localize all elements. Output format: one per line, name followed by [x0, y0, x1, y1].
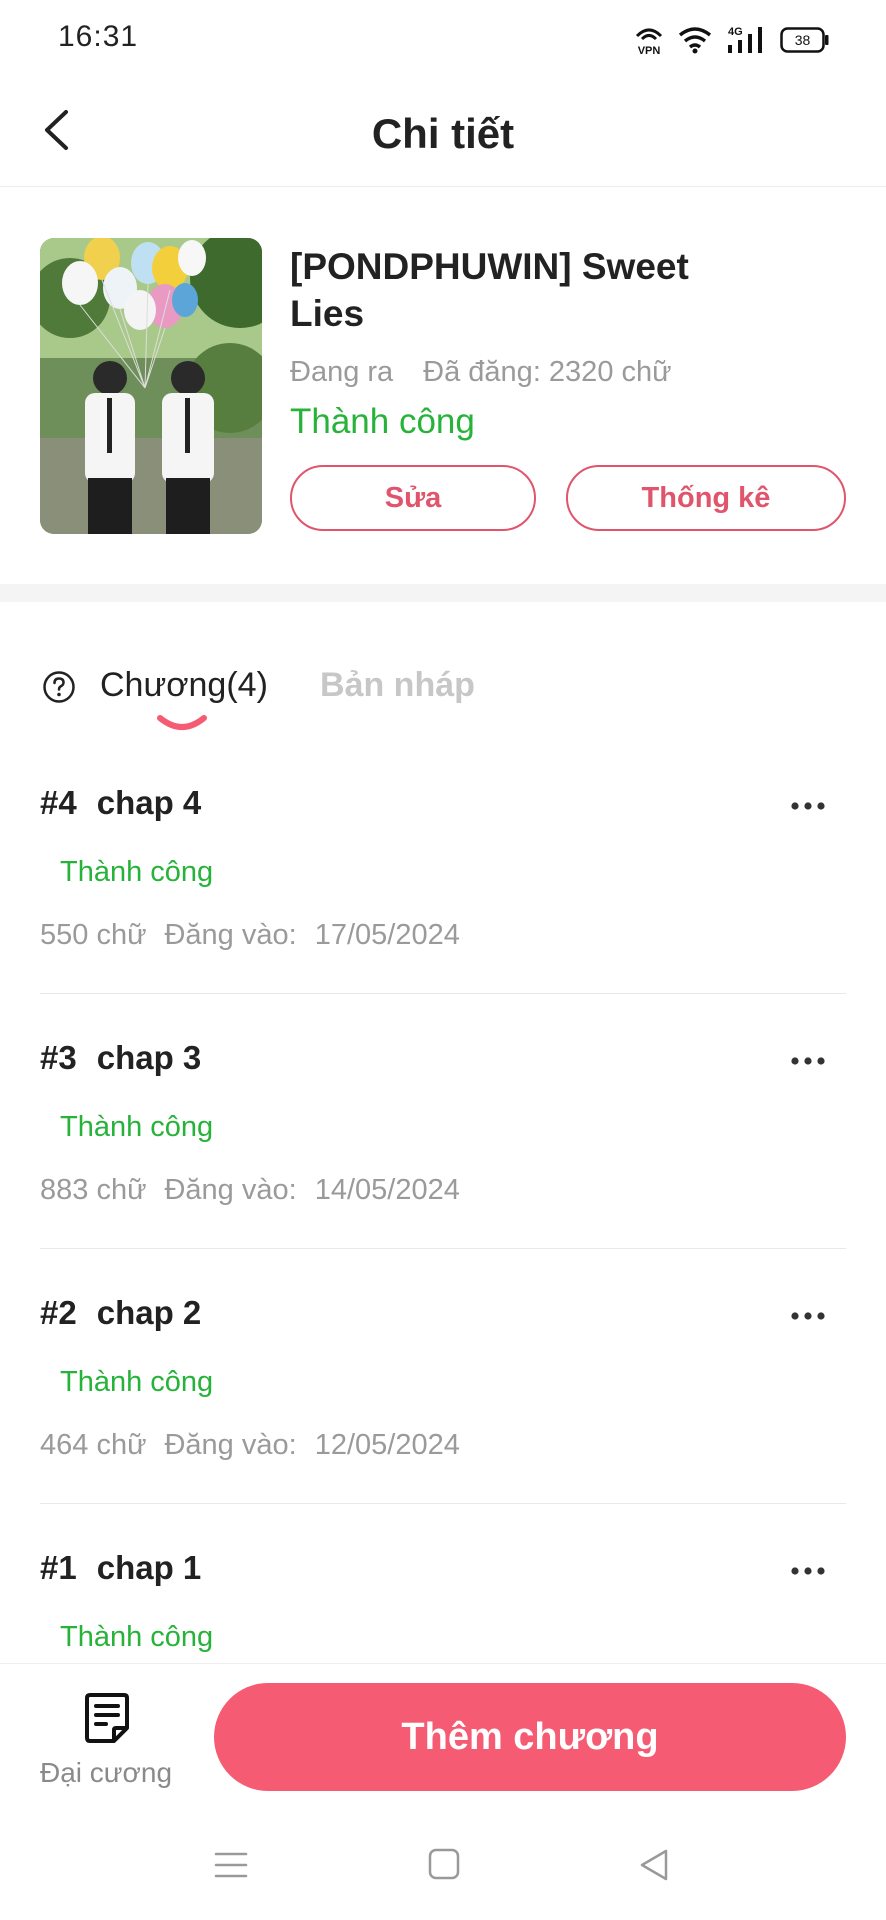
tab-chapters[interactable]: Chương(4) [100, 666, 268, 705]
chapter-meta: 550 chữ Đăng vào: 17/05/2024 [40, 919, 846, 952]
chapter-status: Thành công [60, 1621, 214, 1653]
chapter-number: #4 [40, 784, 77, 821]
page-title: Chi tiết [371, 110, 515, 157]
book-state: Đang ra [290, 356, 394, 388]
menu-icon [214, 1852, 248, 1878]
svg-text:VPN: VPN [638, 45, 661, 56]
edit-button[interactable]: Sửa [290, 465, 536, 531]
status-icons: VPN 4G 38 [634, 24, 830, 56]
chapter-divider [40, 1503, 846, 1504]
chapter-status: Thành công [60, 1366, 214, 1398]
chapter-name: chap 3 [96, 1039, 202, 1076]
nav-home-button[interactable] [428, 1848, 460, 1885]
active-tab-indicator [156, 714, 208, 739]
svg-text:38: 38 [795, 32, 811, 48]
document-icon [85, 1693, 129, 1743]
chapter-status: Thành công [60, 1111, 214, 1143]
chapter-item[interactable]: #2 chap 2 Thành công 464 chữ Đăng vào: 12/… [40, 1294, 846, 1462]
outline-label[interactable]: Đại cương [40, 1757, 172, 1789]
chapter-more-button[interactable] [790, 1563, 826, 1581]
nav-menu-button[interactable] [214, 1848, 248, 1887]
stats-button[interactable]: Thống kê [566, 465, 846, 531]
chapter-meta: 464 chữ Đăng vào: 12/05/2024 [40, 1429, 846, 1462]
add-chapter-button[interactable]: Thêm chương [214, 1683, 846, 1791]
chapter-more-button[interactable] [790, 1308, 826, 1326]
chapter-posted-label: Đăng vào: [164, 919, 297, 951]
chapter-posted-label: Đăng vào: [164, 1174, 297, 1206]
wifi-icon [678, 27, 712, 54]
help-button[interactable] [42, 670, 76, 709]
chapter-name: chap 1 [96, 1549, 202, 1586]
chapter-posted-label: Đăng vào: [164, 1429, 297, 1461]
book-meta: Đang ra Đã đăng: 2320 chữ [290, 356, 702, 389]
chapter-item[interactable]: #3 chap 3 Thành công 883 chữ Đăng vào: 14/… [40, 1039, 846, 1207]
chapter-name: chap 4 [96, 784, 202, 821]
book-cover[interactable] [40, 238, 262, 534]
vpn-icon: VPN [635, 28, 663, 56]
chapter-number: #2 [40, 1294, 77, 1331]
chapter-number: #1 [40, 1549, 77, 1586]
book-title: [PONDPHUWIN] Sweet Lies [290, 246, 689, 334]
triangle-back-icon [640, 1849, 668, 1881]
svg-text:4G: 4G [728, 26, 743, 38]
battery-icon: 38 [780, 27, 829, 53]
more-horizontal-icon [791, 1057, 825, 1065]
more-horizontal-icon [791, 802, 825, 810]
cellular-signal-icon: 4G [728, 26, 762, 53]
more-horizontal-icon [791, 1312, 825, 1320]
outline-button[interactable] [84, 1692, 130, 1749]
chapter-divider [40, 993, 846, 994]
chapter-words: 464 chữ [40, 1429, 147, 1461]
chapter-date: 17/05/2024 [314, 919, 460, 951]
question-circle-icon [43, 671, 75, 703]
chapter-meta: 883 chữ Đăng vào: 14/05/2024 [40, 1174, 846, 1207]
chapter-more-button[interactable] [790, 1053, 826, 1071]
chapter-item[interactable]: #1 chap 1 Thành công [40, 1549, 846, 1654]
section-divider [0, 584, 886, 602]
cover-image [40, 238, 262, 534]
book-word-count: Đã đăng: 2320 chữ [423, 356, 672, 388]
chapter-name: chap 2 [96, 1294, 202, 1331]
more-horizontal-icon [791, 1567, 825, 1575]
status-time: 16:31 [58, 20, 139, 53]
nav-back-button[interactable] [638, 1848, 670, 1887]
chapter-date: 14/05/2024 [314, 1174, 460, 1206]
book-status: Thành công [290, 402, 475, 441]
home-square-icon [428, 1848, 460, 1880]
chapter-words: 883 chữ [40, 1174, 147, 1206]
chapter-number: #3 [40, 1039, 77, 1076]
header-divider [0, 186, 886, 187]
chapter-words: 550 chữ [40, 919, 147, 951]
chapter-date: 12/05/2024 [314, 1429, 460, 1461]
chapter-more-button[interactable] [790, 798, 826, 816]
chapter-divider [40, 1248, 846, 1249]
chapter-item[interactable]: #4 chap 4 Thành công 550 chữ Đăng vào: 17/… [40, 784, 846, 952]
tab-drafts[interactable]: Bản nháp [320, 666, 475, 705]
chapter-status: Thành công [60, 856, 214, 888]
